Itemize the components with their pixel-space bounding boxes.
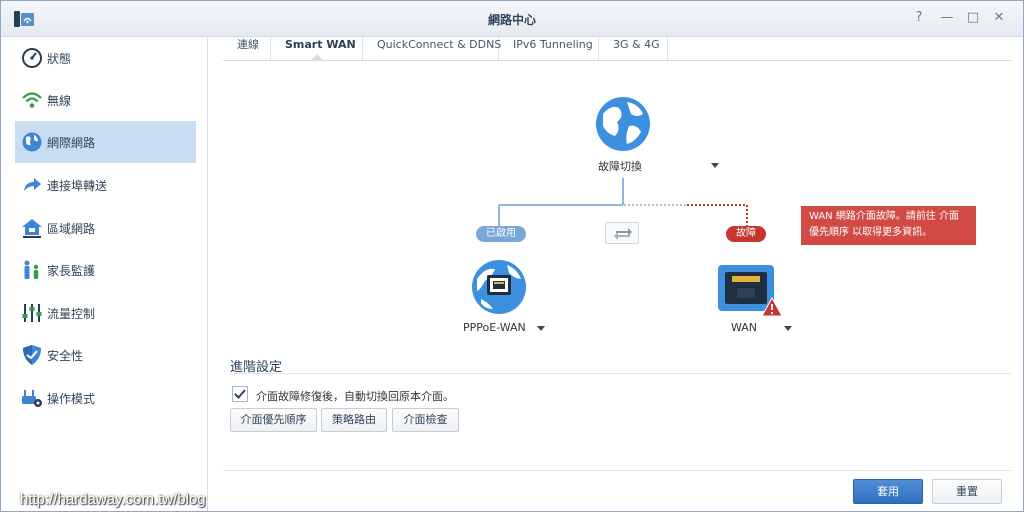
checkmark-icon: [234, 389, 246, 399]
interface-priority-button[interactable]: 介面優先順序: [230, 408, 317, 432]
status-badge-fault: 故障: [726, 226, 766, 242]
watermark-url: http://hardaway.com.tw/blog: [20, 491, 206, 508]
network-center-window: 網路中心 ? — □ ✕ 狀態 無線 網際網路 連接埠轉送 區域網路 家長監護 …: [0, 0, 1024, 512]
auto-switch-back-checkbox[interactable]: [232, 386, 248, 402]
swap-interfaces-button[interactable]: [605, 222, 639, 244]
swap-arrows-icon: [614, 228, 632, 240]
status-badge-enabled: 已啟用: [476, 226, 526, 242]
wan-fault-tooltip: WAN 網路介面故障。請前往 介面 優先順序 以取得更多資訊。: [801, 206, 976, 245]
tooltip-line-2: 優先順序 以取得更多資訊。: [809, 227, 933, 238]
failover-label: 故障切換: [598, 160, 642, 173]
pppoe-wan-dropdown-icon[interactable]: [537, 326, 545, 331]
wan-dropdown-icon[interactable]: [784, 326, 792, 331]
failover-dropdown-icon[interactable]: [711, 163, 719, 168]
policy-routing-button[interactable]: 策略路由: [321, 408, 387, 432]
apply-button[interactable]: 套用: [853, 479, 923, 504]
auto-switch-back-label: 介面故障修復後，自動切換回原本介面。: [256, 390, 454, 403]
connection-lines: [498, 178, 748, 226]
pppoe-globe-icon: [472, 260, 526, 314]
tooltip-line-1: WAN 網路介面故障。請前往 介面: [809, 211, 960, 222]
wan-label: WAN: [731, 321, 758, 334]
pppoe-wan-label: PPPoE-WAN: [463, 321, 526, 334]
failover-globe-icon: [596, 97, 650, 151]
advanced-divider: [230, 373, 1011, 374]
warning-icon: [761, 297, 783, 317]
interface-check-button[interactable]: 介面檢查: [392, 408, 459, 432]
reset-button[interactable]: 重置: [932, 479, 1002, 504]
footer-divider: [223, 470, 1011, 471]
